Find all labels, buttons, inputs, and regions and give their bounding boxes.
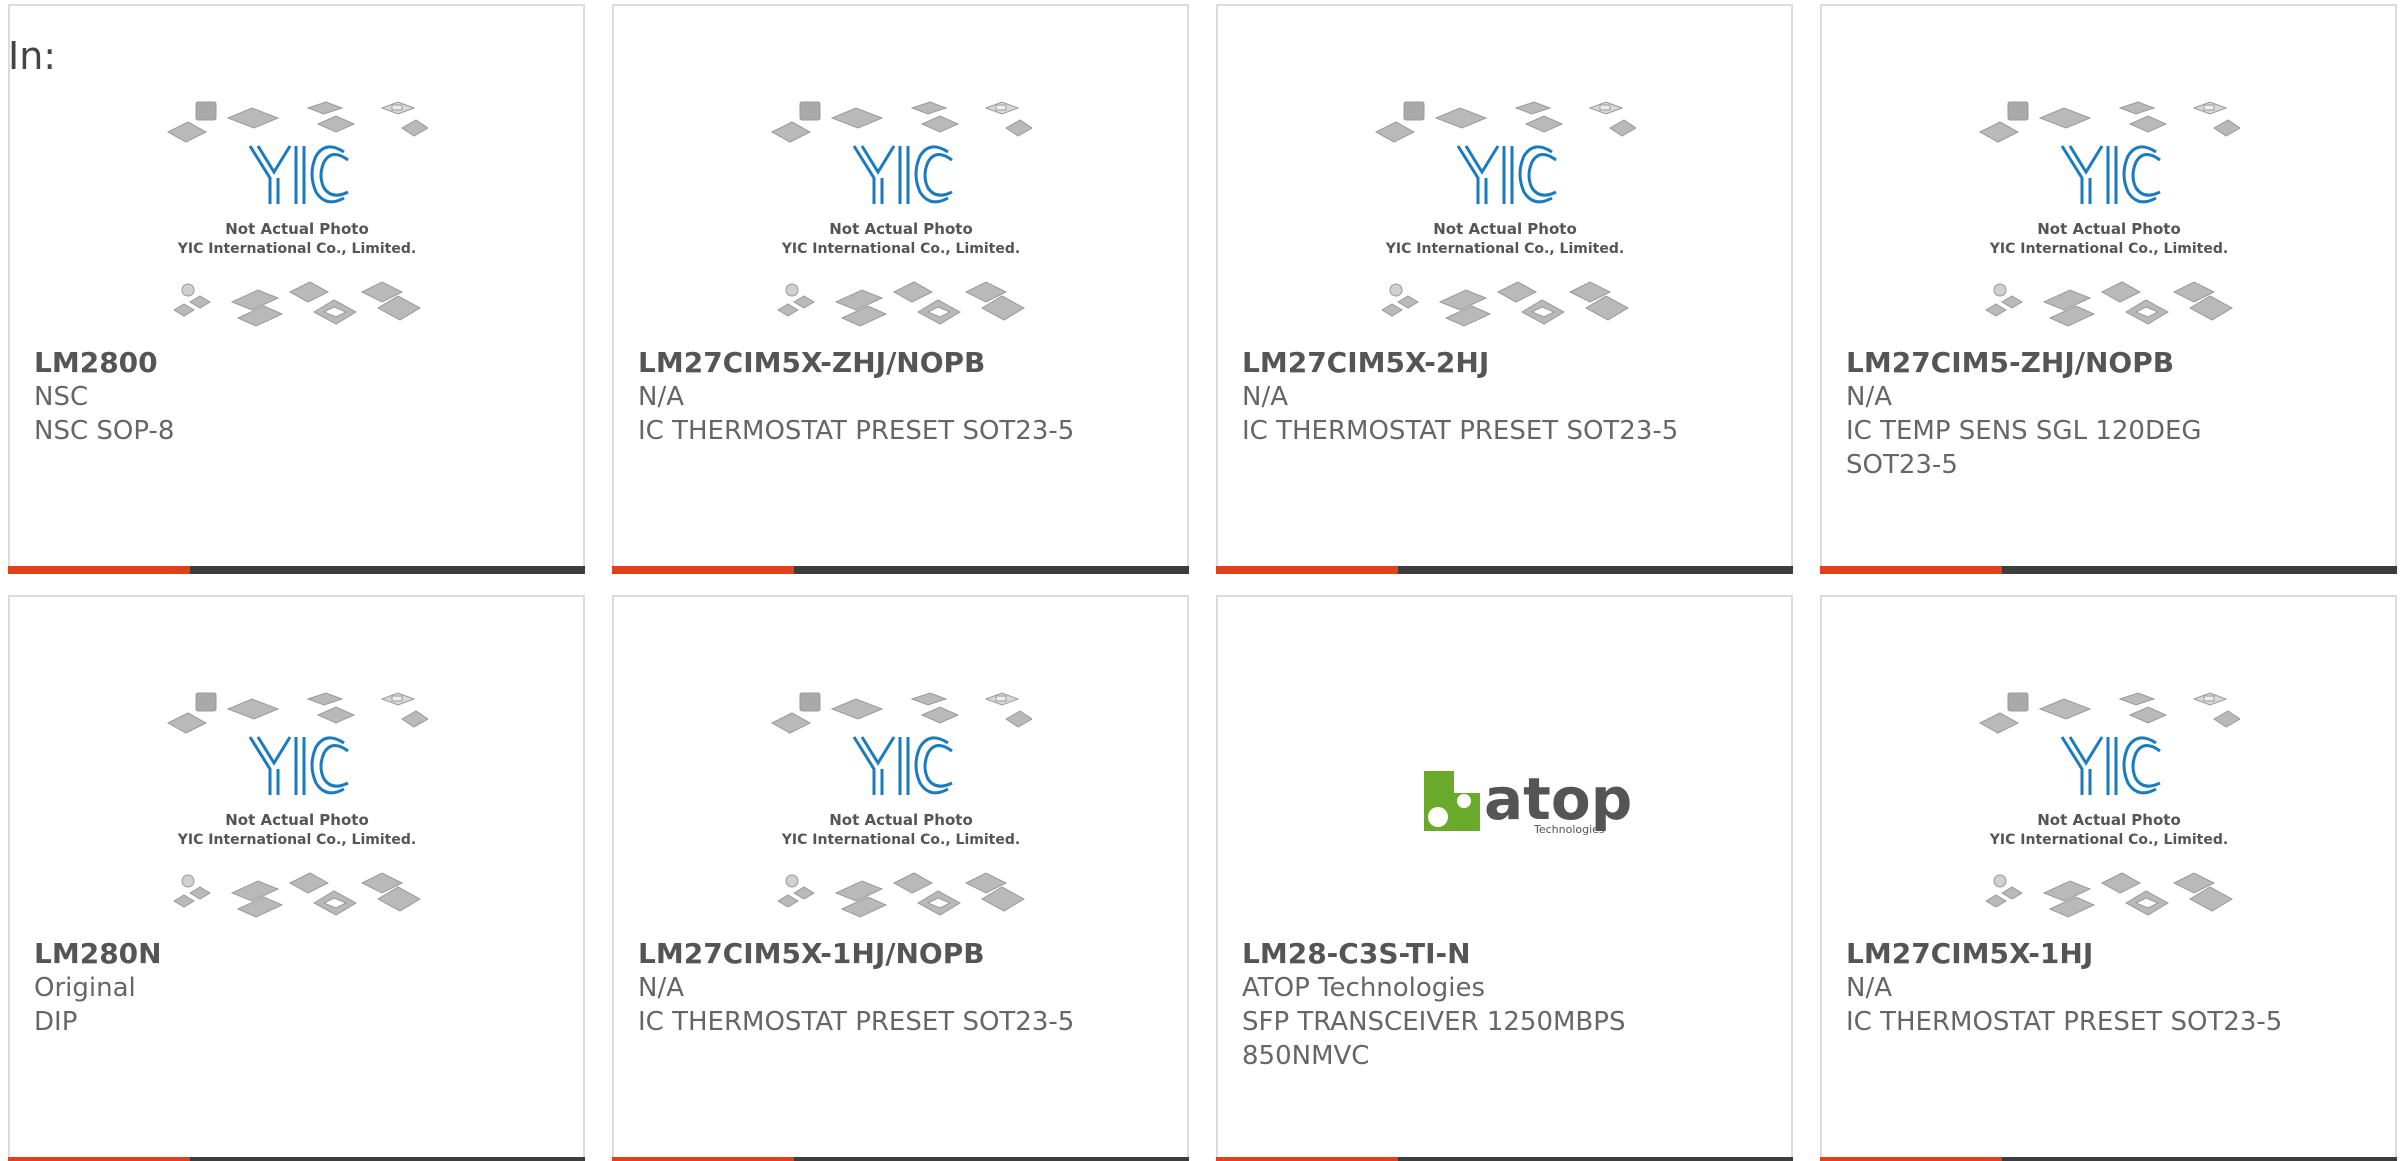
- card-bottom-bar: [612, 566, 1189, 574]
- product-card[interactable]: Not Actual Photo YIC International Co., …: [1216, 4, 1793, 574]
- product-grid: Not Actual Photo YIC International Co., …: [8, 4, 2400, 1161]
- yic-placeholder-image: Not Actual Photo YIC International Co., …: [770, 101, 1032, 327]
- card-bottom-bar: [8, 566, 585, 574]
- caption-line1: Not Actual Photo: [225, 220, 369, 238]
- description: IC THERMOSTAT PRESET SOT23-5: [1846, 1007, 2283, 1037]
- product-thumbnail[interactable]: atop Technologies: [1218, 687, 1791, 933]
- product-info: LM27CIM5X-2HJ N/A IC THERMOSTAT PRESET S…: [1242, 346, 1682, 448]
- card-accent-bar: [1216, 566, 1398, 574]
- description: SFP TRANSCEIVER 1250MBPS 850NMVC: [1242, 1007, 1626, 1071]
- caption-line2: YIC International Co., Limited.: [176, 241, 415, 257]
- card-accent-bar: [1216, 1157, 1398, 1161]
- part-number-link[interactable]: LM27CIM5X-2HJ: [1242, 346, 1682, 380]
- caption-line2: YIC International Co., Limited.: [1988, 832, 2227, 848]
- card-accent-bar: [1820, 566, 2002, 574]
- product-card[interactable]: Not Actual Photo YIC International Co., …: [612, 4, 1189, 574]
- card-bottom-bar: [612, 1157, 1189, 1161]
- description: IC THERMOSTAT PRESET SOT23-5: [638, 416, 1075, 446]
- product-info: LM27CIM5X-1HJ N/A IC THERMOSTAT PRESET S…: [1846, 937, 2286, 1039]
- card-accent-bar: [1820, 1157, 2002, 1161]
- caption-line1: Not Actual Photo: [829, 220, 973, 238]
- product-thumbnail[interactable]: Not Actual Photo YIC International Co., …: [10, 96, 583, 342]
- card-accent-bar: [612, 1157, 794, 1161]
- caption-line2: YIC International Co., Limited.: [1384, 241, 1623, 257]
- part-number-link[interactable]: LM2800: [34, 346, 474, 380]
- product-info: LM28-C3S-TI-N ATOP Technologies SFP TRAN…: [1242, 937, 1682, 1073]
- product-info: LM27CIM5X-1HJ/NOPB N/A IC THERMOSTAT PRE…: [638, 937, 1078, 1039]
- card-bottom-bar: [1216, 566, 1793, 574]
- caption-line2: YIC International Co., Limited.: [1988, 241, 2227, 257]
- card-bottom-bar: [1820, 1157, 2397, 1161]
- product-grid-page: In: Not Actual Photo YIC International C…: [0, 0, 2400, 1161]
- manufacturer: N/A: [1846, 382, 1892, 412]
- part-number-link[interactable]: LM27CIM5X-1HJ: [1846, 937, 2286, 971]
- atop-logo-image: atop Technologies: [1423, 765, 1632, 836]
- product-thumbnail[interactable]: Not Actual Photo YIC International Co., …: [614, 687, 1187, 933]
- yic-placeholder-image: Not Actual Photo YIC International Co., …: [1374, 101, 1636, 327]
- description: IC THERMOSTAT PRESET SOT23-5: [638, 1007, 1075, 1037]
- card-bottom-bar: [1820, 566, 2397, 574]
- card-bottom-bar: [8, 1157, 585, 1161]
- card-accent-bar: [612, 566, 794, 574]
- product-info: LM280N Original DIP: [34, 937, 474, 1039]
- manufacturer: N/A: [1242, 382, 1288, 412]
- product-info: LM2800 NSC NSC SOP-8: [34, 346, 474, 448]
- manufacturer: NSC: [34, 382, 89, 412]
- caption-line1: Not Actual Photo: [225, 811, 369, 829]
- yic-placeholder-image: Not Actual Photo YIC International Co., …: [770, 692, 1032, 918]
- filter-label: In:: [8, 34, 57, 78]
- manufacturer: N/A: [638, 973, 684, 1003]
- manufacturer: Original: [34, 973, 136, 1003]
- product-card[interactable]: Not Actual Photo YIC International Co., …: [8, 4, 585, 574]
- yic-placeholder-image: Not Actual Photo YIC International Co., …: [1978, 692, 2240, 918]
- manufacturer: N/A: [1846, 973, 1892, 1003]
- description: IC TEMP SENS SGL 120DEG SOT23-5: [1846, 416, 2202, 480]
- card-accent-bar: [8, 566, 190, 574]
- description: NSC SOP-8: [34, 416, 175, 446]
- card-bottom-bar: [1216, 1157, 1793, 1161]
- yic-placeholder-image: Not Actual Photo YIC International Co., …: [166, 692, 428, 918]
- product-card[interactable]: Not Actual Photo YIC International Co., …: [1820, 595, 2397, 1161]
- caption-line2: YIC International Co., Limited.: [176, 832, 415, 848]
- product-info: LM27CIM5-ZHJ/NOPB N/A IC TEMP SENS SGL 1…: [1846, 346, 2286, 482]
- caption-line1: Not Actual Photo: [829, 811, 973, 829]
- product-card[interactable]: Not Actual Photo YIC International Co., …: [612, 595, 1189, 1161]
- product-thumbnail[interactable]: Not Actual Photo YIC International Co., …: [1822, 687, 2395, 933]
- caption-line1: Not Actual Photo: [2037, 811, 2181, 829]
- product-card[interactable]: atop Technologies LM28-C3S-TI-N ATOP Tec…: [1216, 595, 1793, 1161]
- part-number-link[interactable]: LM280N: [34, 937, 474, 971]
- product-thumbnail[interactable]: Not Actual Photo YIC International Co., …: [1822, 96, 2395, 342]
- caption-line2: YIC International Co., Limited.: [780, 832, 1019, 848]
- yic-placeholder-image: Not Actual Photo YIC International Co., …: [166, 101, 428, 327]
- part-number-link[interactable]: LM28-C3S-TI-N: [1242, 937, 1682, 971]
- part-number-link[interactable]: LM27CIM5-ZHJ/NOPB: [1846, 346, 2286, 380]
- description: DIP: [34, 1007, 78, 1037]
- manufacturer: N/A: [638, 382, 684, 412]
- product-thumbnail[interactable]: Not Actual Photo YIC International Co., …: [1218, 96, 1791, 342]
- part-number-link[interactable]: LM27CIM5X-ZHJ/NOPB: [638, 346, 1078, 380]
- manufacturer: ATOP Technologies: [1242, 973, 1486, 1003]
- yic-placeholder-image: Not Actual Photo YIC International Co., …: [1978, 101, 2240, 327]
- product-thumbnail[interactable]: Not Actual Photo YIC International Co., …: [10, 687, 583, 933]
- card-accent-bar: [8, 1157, 190, 1161]
- caption-line1: Not Actual Photo: [1433, 220, 1577, 238]
- atop-tagline-text: Technologies: [1533, 823, 1605, 836]
- part-number-link[interactable]: LM27CIM5X-1HJ/NOPB: [638, 937, 1078, 971]
- description: IC THERMOSTAT PRESET SOT23-5: [1242, 416, 1679, 446]
- product-card[interactable]: Not Actual Photo YIC International Co., …: [1820, 4, 2397, 574]
- product-info: LM27CIM5X-ZHJ/NOPB N/A IC THERMOSTAT PRE…: [638, 346, 1078, 448]
- product-card[interactable]: Not Actual Photo YIC International Co., …: [8, 595, 585, 1161]
- product-thumbnail[interactable]: Not Actual Photo YIC International Co., …: [614, 96, 1187, 342]
- caption-line2: YIC International Co., Limited.: [780, 241, 1019, 257]
- caption-line1: Not Actual Photo: [2037, 220, 2181, 238]
